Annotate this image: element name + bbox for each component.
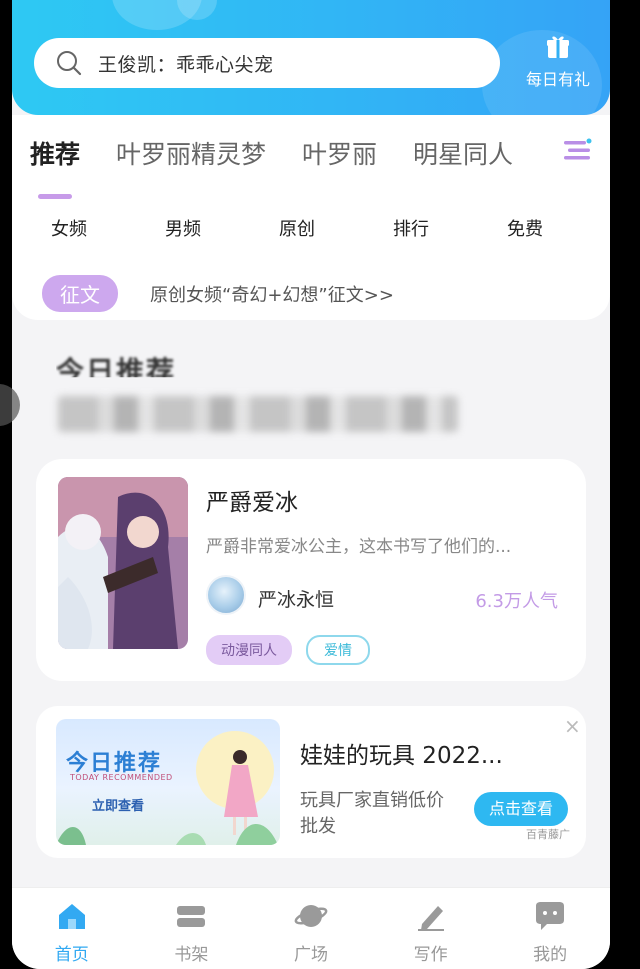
tab-yeluoli-jinglingmeng[interactable]: 叶罗丽精灵梦 (116, 135, 266, 171)
daily-gift-label: 每日有礼 (525, 70, 590, 89)
tag-romance[interactable]: 爱情 (306, 635, 370, 665)
bookshelf-icon (177, 906, 206, 927)
author-name[interactable]: 严冰永恒 (258, 585, 334, 612)
nav-write[interactable]: 写作 (371, 888, 491, 969)
section-title: 今日推荐 (56, 355, 177, 388)
blurred-text (58, 396, 458, 432)
ad-title[interactable]: 娃娃的玩具 2022... (300, 736, 503, 770)
book-cover[interactable] (58, 477, 188, 649)
nav-plaza[interactable]: 广场 (251, 888, 371, 969)
ad-image-plants (56, 824, 278, 845)
search-placeholder: 王俊凯：乖乖心尖宠 (98, 53, 274, 76)
nav-write-label: 写作 (413, 945, 448, 965)
nav-bookshelf[interactable]: 书架 (132, 888, 252, 969)
category-female[interactable]: 女频 (12, 215, 126, 241)
tag-anime-fanfic[interactable]: 动漫同人 (206, 635, 292, 665)
ad-card[interactable]: 今日推荐 TODAY RECOMMENDED 立即查看 娃娃的玩具 2022..… (36, 706, 586, 858)
tab-star-fanfic[interactable]: 明星同人 (413, 135, 513, 171)
tab-recommend[interactable]: 推荐 (30, 135, 80, 199)
pen-icon (417, 906, 444, 931)
chat-icon (536, 902, 565, 930)
gift-icon (547, 36, 569, 58)
ad-description: 玩具厂家直销低价批发 (300, 790, 444, 837)
nav-plaza-label: 广场 (293, 945, 328, 965)
nav-mine-label: 我的 (533, 945, 568, 965)
author-avatar[interactable] (206, 575, 246, 615)
popularity-count: 6.3万人气 (475, 591, 558, 612)
ad-image-subtitle: TODAY RECOMMENDED (70, 773, 173, 782)
category-ranking[interactable]: 排行 (354, 215, 468, 241)
search-bar[interactable]: 王俊凯：乖乖心尖宠 (34, 38, 500, 88)
header: 王俊凯：乖乖心尖宠 每日有礼 (12, 0, 610, 115)
category-original[interactable]: 原创 (240, 215, 354, 241)
category-list: 女频 男频 原创 排行 免费 (12, 215, 610, 241)
book-description: 严爵非常爱冰公主，这本书写了他们的... (206, 537, 512, 557)
menu-icon[interactable] (562, 137, 592, 163)
notice-badge: 征文 (42, 275, 118, 312)
category-free[interactable]: 免费 (468, 215, 582, 241)
home-icon (58, 904, 85, 929)
notice-text: 原创女频“奇幻+幻想”征文>> (150, 284, 394, 306)
ad-source: 百青藤广 (526, 828, 570, 841)
category-card: 推荐 叶罗丽精灵梦 叶罗丽 明星同人 女频 男频 原创 排行 免费 征文 原创女… (12, 115, 610, 320)
tab-yeluoli[interactable]: 叶罗丽 (302, 135, 377, 171)
daily-gift-button[interactable]: 每日有礼 (516, 34, 600, 94)
nav-home-label: 首页 (54, 945, 89, 965)
nav-mine[interactable]: 我的 (490, 888, 610, 969)
ad-image[interactable]: 今日推荐 TODAY RECOMMENDED 立即查看 (56, 719, 280, 845)
search-icon (56, 50, 82, 76)
app-screen: 王俊凯：乖乖心尖宠 每日有礼 推荐 叶罗丽精灵梦 叶罗丽 明星同人 女频 男频 … (12, 0, 610, 969)
category-male[interactable]: 男频 (126, 215, 240, 241)
planet-icon (294, 905, 328, 927)
book-title[interactable]: 严爵爱冰 (206, 483, 298, 517)
channel-tabs: 推荐 叶罗丽精灵梦 叶罗丽 明星同人 (30, 135, 549, 199)
ad-view-button[interactable]: 点击查看 (474, 792, 568, 826)
notice-bar[interactable]: 征文 原创女频“奇幻+幻想”征文>> (42, 275, 394, 312)
book-card[interactable]: 严爵爱冰 严爵非常爱冰公主，这本书写了他们的... 严冰永恒 6.3万人气 动漫… (36, 459, 586, 681)
bottom-nav: 首页 书架 广场 写作 我的 (12, 887, 610, 969)
ad-close-icon[interactable]: × (564, 714, 581, 738)
nav-bookshelf-label: 书架 (174, 945, 209, 965)
nav-home[interactable]: 首页 (12, 888, 132, 969)
book-cover-illustration (58, 477, 188, 649)
